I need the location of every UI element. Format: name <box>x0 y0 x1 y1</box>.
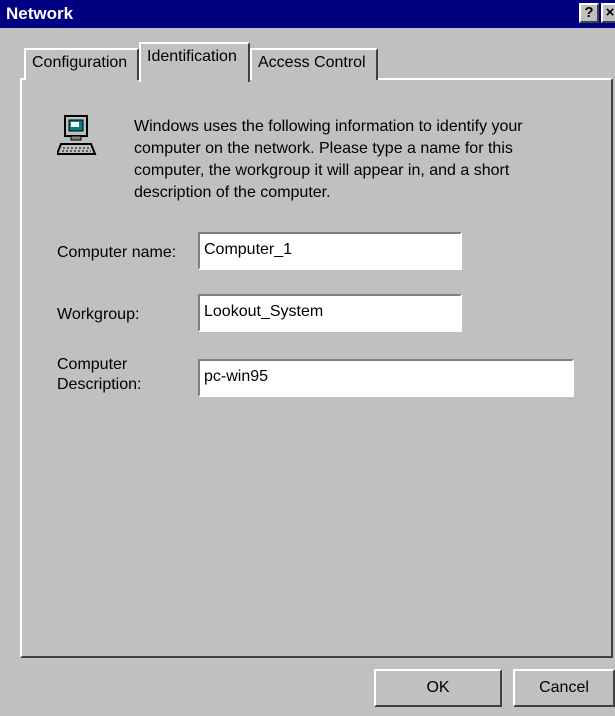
tab-access-control-label: Access Control <box>258 54 366 71</box>
ok-button[interactable]: OK <box>374 669 502 707</box>
computer-description-label-line2: Description: <box>57 376 142 393</box>
tab-configuration-label: Configuration <box>32 54 128 71</box>
computer-name-label: Computer name: <box>57 244 177 261</box>
workgroup-field[interactable]: Lookout_System <box>198 294 462 332</box>
cancel-button[interactable]: Cancel <box>513 669 615 707</box>
workgroup-label: Workgroup: <box>57 306 140 323</box>
identification-description: Windows uses the following information t… <box>134 118 523 201</box>
tab-configuration[interactable]: Configuration <box>24 48 139 80</box>
close-button[interactable]: × <box>601 3 615 23</box>
tab-access-control[interactable]: Access Control <box>250 48 378 80</box>
computer-icon <box>57 115 97 155</box>
computer-description-label-line1: Computer <box>57 356 128 373</box>
title-bar[interactable]: Network ? × <box>0 0 615 28</box>
tab-identification[interactable]: Identification <box>139 42 250 82</box>
computer-name-field[interactable]: Computer_1 <box>198 232 462 270</box>
computer-description-field[interactable]: pc-win95 <box>198 359 574 397</box>
window-title: Network <box>6 4 74 23</box>
network-dialog: Network ? × Configuration Identification… <box>0 0 615 716</box>
tab-identification-label: Identification <box>147 48 237 65</box>
help-button[interactable]: ? <box>579 3 599 23</box>
